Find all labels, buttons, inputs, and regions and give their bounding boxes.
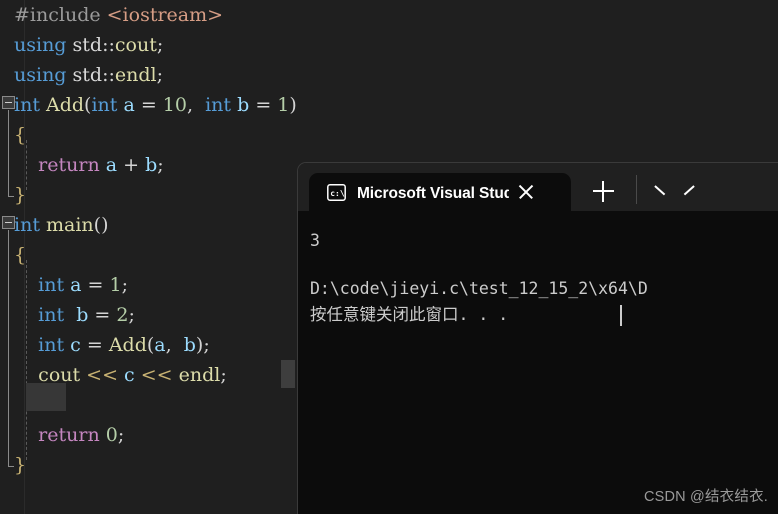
code-token: ;: [220, 364, 227, 386]
code-token: ;: [157, 154, 164, 176]
code-token: {: [14, 124, 27, 146]
code-token: Add: [108, 334, 147, 356]
code-token: endl: [114, 64, 157, 86]
code-token: a: [70, 274, 82, 296]
terminal-output-line: 按任意键关闭此窗口. . .: [310, 305, 509, 324]
code-token: int: [38, 334, 71, 356]
code-token: b: [70, 304, 89, 326]
code-token: std: [72, 34, 103, 56]
code-token: 0: [105, 424, 118, 446]
code-token: +: [117, 154, 146, 176]
terminal-tab-active[interactable]: c:\ Microsoft Visual Studio 调试控: [309, 173, 571, 211]
code-token: 2: [116, 304, 129, 326]
code-token: ;: [128, 304, 135, 326]
code-token: <<: [80, 364, 125, 386]
code-token: b: [183, 334, 196, 356]
code-token: }: [14, 454, 27, 476]
code-token: =: [81, 274, 110, 296]
code-token: int: [91, 94, 124, 116]
editor-horizontal-scrollbar-thumb[interactable]: [281, 360, 295, 388]
selected-line-highlight: [26, 383, 66, 411]
code-token: int: [38, 274, 71, 296]
fold-region-end: [8, 196, 14, 197]
close-icon[interactable]: [515, 181, 537, 203]
code-token: a: [105, 154, 118, 176]
code-token: (): [93, 214, 109, 236]
code-token: ::: [102, 64, 115, 86]
code-token: <iostream>: [106, 4, 224, 26]
code-token: <<: [134, 364, 179, 386]
terminal-window[interactable]: c:\ Microsoft Visual Studio 调试控 3 D:\code…: [297, 162, 778, 514]
code-token: return: [38, 154, 106, 176]
code-token: using: [14, 64, 73, 86]
code-token: ,: [186, 94, 206, 116]
code-token: );: [195, 334, 210, 356]
code-token: int: [14, 94, 46, 116]
code-token: ;: [156, 64, 164, 86]
terminal-output-area[interactable]: 3 D:\code\jieyi.c\test_12_15_2\x64\D 按任意键关…: [298, 211, 778, 514]
code-token: int: [38, 304, 71, 326]
code-token: ::: [102, 34, 115, 56]
chevron-down-icon[interactable]: [654, 179, 682, 203]
fold-region-bar: [8, 110, 9, 196]
code-token: }: [14, 184, 27, 206]
code-token: cout: [114, 34, 157, 56]
code-token: endl: [178, 364, 221, 386]
code-token: c: [124, 364, 135, 386]
code-token: int: [205, 94, 238, 116]
code-token: return: [38, 424, 106, 446]
code-token: ;: [121, 274, 128, 296]
terminal-titlebar[interactable]: c:\ Microsoft Visual Studio 调试控: [298, 163, 778, 211]
code-token: c: [70, 334, 81, 356]
code-token: using: [14, 34, 73, 56]
code-token: std: [72, 64, 103, 86]
code-token: ;: [156, 34, 164, 56]
code-token: b: [145, 154, 158, 176]
terminal-output-line: D:\code\jieyi.c\test_12_15_2\x64\D: [310, 279, 648, 298]
code-token: ;: [117, 424, 125, 446]
code-token: ): [289, 94, 297, 116]
indent-guide: [26, 260, 27, 460]
code-token: =: [80, 334, 109, 356]
code-token: =: [249, 94, 278, 116]
code-token: a: [154, 334, 166, 356]
code-token: 10: [162, 94, 187, 116]
titlebar-divider: [636, 175, 637, 204]
code-token: a: [123, 94, 135, 116]
fold-region-bar: [8, 230, 9, 466]
indent-guide: [26, 140, 27, 190]
code-token: 1: [109, 274, 122, 296]
code-token: int: [14, 214, 46, 236]
svg-text:c:\: c:\: [330, 189, 345, 198]
code-token: Add: [46, 94, 85, 116]
fold-collapse-icon[interactable]: [2, 96, 15, 109]
code-token: =: [88, 304, 117, 326]
csdn-watermark: CSDN @结衣结衣.: [643, 489, 768, 505]
fold-region-end: [8, 466, 14, 467]
terminal-cursor: [620, 305, 622, 326]
code-token: b: [237, 94, 250, 116]
cmd-console-icon: c:\: [327, 183, 346, 201]
new-tab-icon[interactable]: [589, 177, 617, 205]
fold-collapse-icon[interactable]: [2, 216, 15, 229]
code-token: 1: [277, 94, 290, 116]
terminal-tab-title: Microsoft Visual Studio 调试控: [357, 185, 509, 202]
terminal-output-line: 3: [310, 231, 320, 250]
code-token: main: [46, 214, 94, 236]
code-token: {: [14, 244, 27, 266]
code-token: ,: [165, 334, 184, 356]
code-token: #include: [14, 4, 107, 26]
code-token: =: [134, 94, 163, 116]
